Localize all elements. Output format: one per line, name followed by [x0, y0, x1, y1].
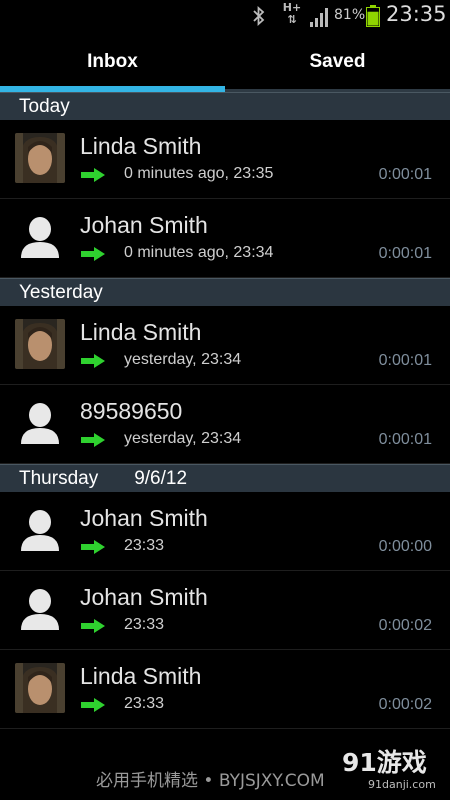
contact-name: Linda Smith	[80, 133, 202, 159]
call-log-list: Today Linda Smith 0 minutes ago, 23:35 0:00…	[0, 92, 450, 729]
call-duration: 0:00:01	[378, 431, 432, 448]
contact-name: Johan Smith	[80, 212, 208, 238]
call-log-row[interactable]: Linda Smith 23:33 0:00:02	[0, 650, 450, 729]
call-time: yesterday, 23:34	[124, 430, 242, 447]
call-duration: 0:00:01	[378, 245, 432, 262]
outgoing-call-icon	[80, 246, 106, 262]
watermark-text: 必用手机精选 • BYJSJXY.COM	[96, 771, 325, 791]
battery-percent: 81%	[334, 7, 366, 23]
tab-bar: Inbox Saved	[0, 32, 450, 92]
call-duration: 0:00:01	[378, 166, 432, 183]
contact-name: 89589650	[80, 398, 183, 424]
default-contact-icon[interactable]	[15, 398, 65, 448]
contact-name: Johan Smith	[80, 584, 208, 610]
signal-icon	[310, 8, 328, 27]
call-log-row[interactable]: Johan Smith 0 minutes ago, 23:34 0:00:01	[0, 199, 450, 278]
contact-name: Linda Smith	[80, 663, 202, 689]
call-log-row[interactable]: Linda Smith 0 minutes ago, 23:35 0:00:01	[0, 120, 450, 199]
call-log-row[interactable]: Johan Smith 23:33 0:00:00	[0, 492, 450, 571]
tab-saved[interactable]: Saved	[225, 32, 450, 89]
outgoing-call-icon	[80, 618, 106, 634]
outgoing-call-icon	[80, 539, 106, 555]
call-log-row[interactable]: 89589650 yesterday, 23:34 0:00:01	[0, 385, 450, 464]
hplus-data-icon: H+ ⇅	[282, 1, 302, 26]
default-contact-icon[interactable]	[15, 505, 65, 555]
section-date: 9/6/12	[134, 468, 188, 489]
section-label: Thursday	[19, 468, 99, 489]
call-time: yesterday, 23:34	[124, 351, 242, 368]
battery-icon	[366, 5, 380, 27]
call-log-row[interactable]: Linda Smith yesterday, 23:34 0:00:01	[0, 306, 450, 385]
default-contact-icon[interactable]	[15, 212, 65, 262]
contact-name: Linda Smith	[80, 319, 202, 345]
call-time: 0 minutes ago, 23:34	[124, 244, 274, 261]
watermark-logo-main: 91游戏	[342, 748, 427, 777]
watermark-logo-sub: 91danji.com	[368, 778, 436, 791]
watermark-logo: 91游戏 91danji.com	[342, 748, 438, 796]
call-duration: 0:00:00	[378, 538, 432, 555]
section-label: Today	[19, 96, 70, 117]
call-time: 23:33	[124, 695, 165, 712]
outgoing-call-icon	[80, 167, 106, 183]
outgoing-call-icon	[80, 353, 106, 369]
outgoing-call-icon	[80, 697, 106, 713]
status-bar: H+ ⇅ 81% 23:35	[0, 0, 450, 32]
call-time: 23:33	[124, 537, 165, 554]
call-duration: 0:00:02	[378, 696, 432, 713]
section-header: Yesterday	[0, 278, 450, 306]
contact-photo[interactable]	[15, 663, 65, 713]
bluetooth-icon	[253, 5, 265, 27]
status-clock: 23:35	[386, 2, 447, 26]
outgoing-call-icon	[80, 432, 106, 448]
section-label: Yesterday	[19, 282, 103, 303]
section-header: Today	[0, 92, 450, 120]
tab-inbox[interactable]: Inbox	[0, 32, 225, 92]
call-time: 0 minutes ago, 23:35	[124, 165, 274, 182]
contact-photo[interactable]	[15, 133, 65, 183]
contact-name: Johan Smith	[80, 505, 208, 531]
default-contact-icon[interactable]	[15, 584, 65, 634]
call-duration: 0:00:01	[378, 352, 432, 369]
section-header: Thursday 9/6/12	[0, 464, 450, 492]
call-duration: 0:00:02	[378, 617, 432, 634]
call-time: 23:33	[124, 616, 165, 633]
call-log-row[interactable]: Johan Smith 23:33 0:00:02	[0, 571, 450, 650]
contact-photo[interactable]	[15, 319, 65, 369]
